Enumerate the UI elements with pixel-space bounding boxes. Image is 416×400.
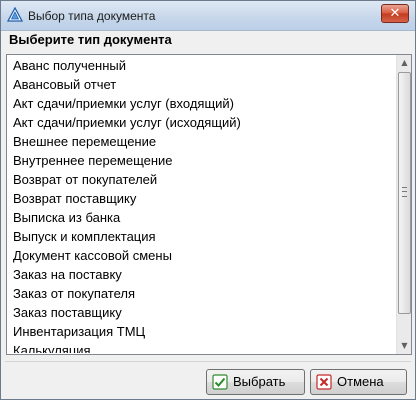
list-items: Аванс полученный Авансовый отчет Акт сдачи… [7,56,396,353]
button-divider [5,361,411,362]
close-icon: ✕ [389,6,401,21]
cancel-icon [316,374,332,390]
list-item[interactable]: Калькуляция [7,341,396,353]
list-item[interactable]: Внешнее перемещение [7,132,396,151]
scroll-down-icon[interactable]: ▼ [397,338,411,354]
vertical-scrollbar[interactable]: ▲ ▼ [396,55,411,354]
list-item[interactable]: Заказ на поставку [7,265,396,284]
document-type-list[interactable]: Аванс полученный Авансовый отчет Акт сдачи… [6,54,412,355]
list-item[interactable]: Возврат от покупателей [7,170,396,189]
scroll-up-icon[interactable]: ▲ [397,55,411,71]
title-bar[interactable]: Выбор типа документа ✕ [1,1,415,31]
list-item[interactable]: Аванс полученный [7,56,396,75]
list-item[interactable]: Выписка из банка [7,208,396,227]
scroll-thumb[interactable] [398,72,411,314]
dialog-window: Выбор типа документа ✕ Выберите тип доку… [0,0,416,400]
list-item[interactable]: Акт сдачи/приемки услуг (входящий) [7,94,396,113]
list-item[interactable]: Авансовый отчет [7,75,396,94]
list-item[interactable]: Заказ от покупателя [7,284,396,303]
list-item[interactable]: Внутреннее перемещение [7,151,396,170]
close-button[interactable]: ✕ [381,4,409,23]
select-button-label: Выбрать [233,374,286,389]
scroll-grip-icon [402,187,407,197]
cancel-button[interactable]: Отмена [310,369,407,395]
window-title: Выбор типа документа [28,9,156,23]
confirm-icon [212,374,228,390]
prompt-label: Выберите тип документа [9,32,172,47]
select-button[interactable]: Выбрать [206,369,305,395]
list-item[interactable]: Инвентаризация ТМЦ [7,322,396,341]
list-item[interactable]: Выпуск и комплектация [7,227,396,246]
cancel-button-label: Отмена [337,374,384,389]
list-item[interactable]: Документ кассовой смены [7,246,396,265]
app-icon [7,7,23,22]
list-item[interactable]: Акт сдачи/приемки услуг (исходящий) [7,113,396,132]
list-item[interactable]: Заказ поставщику [7,303,396,322]
list-item[interactable]: Возврат поставщику [7,189,396,208]
